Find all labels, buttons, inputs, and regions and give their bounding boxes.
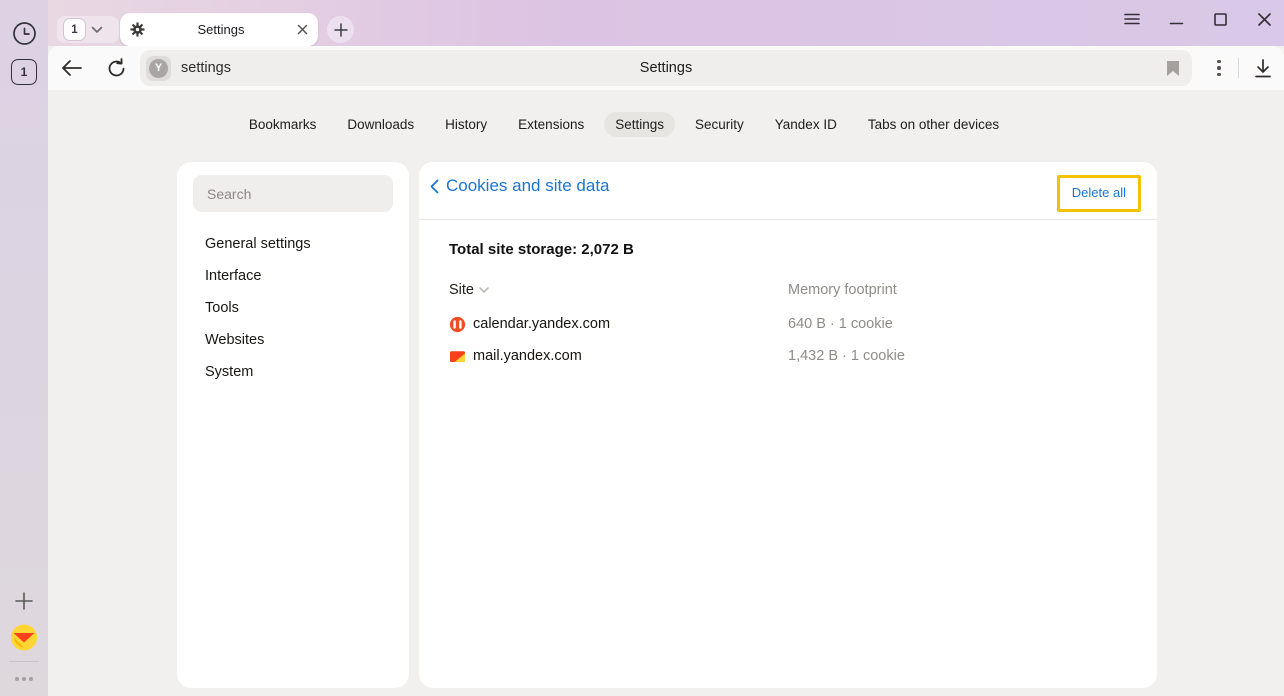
sort-chevron-icon — [479, 287, 489, 293]
minimize-icon[interactable] — [1168, 11, 1184, 27]
memory-column-label: Memory footprint — [788, 282, 897, 298]
delete-all-highlight-box: Delete all — [1057, 175, 1141, 212]
maximize-icon[interactable] — [1212, 11, 1228, 27]
nav-tab-bookmarks[interactable]: Bookmarks — [238, 112, 328, 137]
site-memory: 1,432 B · 1 cookie — [788, 348, 905, 364]
bookmark-icon[interactable] — [1166, 60, 1180, 77]
mail-favicon — [449, 348, 466, 365]
tab-settings[interactable]: Settings — [120, 13, 318, 46]
nav-tab-other-devices[interactable]: Tabs on other devices — [857, 112, 1010, 137]
sites-table-header: Site Memory footprint — [419, 282, 1157, 306]
address-bar[interactable]: Y settings Settings — [140, 50, 1192, 86]
search-input[interactable] — [193, 175, 393, 212]
browser-toolbar: Y settings Settings — [48, 46, 1284, 90]
nav-tab-extensions[interactable]: Extensions — [507, 112, 595, 137]
sidebar-item-tools[interactable]: Tools — [177, 292, 409, 324]
nav-tab-downloads[interactable]: Downloads — [336, 112, 425, 137]
strip-divider — [9, 661, 39, 662]
tab-title: Settings — [145, 22, 297, 37]
site-name: mail.yandex.com — [473, 348, 582, 364]
tab-list-dropdown[interactable]: 1 — [57, 16, 119, 43]
cookies-panel-header: Cookies and site data Delete all — [419, 162, 1157, 220]
yandex-logo-icon: Y — [149, 59, 168, 78]
side-panel-strip: 1 — [0, 0, 48, 696]
plus-icon[interactable] — [11, 588, 37, 614]
nav-tab-history[interactable]: History — [434, 112, 498, 137]
menu-hamburger-icon[interactable] — [1124, 11, 1140, 27]
site-column-sort[interactable]: Site — [449, 282, 489, 298]
calendar-favicon — [449, 316, 466, 333]
url-text: settings — [181, 60, 231, 76]
settings-nav-tabs: Bookmarks Downloads History Extensions S… — [48, 112, 1200, 137]
gear-icon — [130, 22, 145, 37]
settings-sidebar: General settings Interface Tools Website… — [177, 162, 409, 688]
chevron-down-icon — [91, 26, 103, 34]
nav-tab-settings[interactable]: Settings — [604, 112, 675, 137]
reload-icon[interactable] — [102, 54, 130, 82]
close-icon[interactable] — [297, 24, 308, 35]
history-clock-icon[interactable] — [11, 20, 37, 46]
table-row[interactable]: mail.yandex.com 1,432 B · 1 cookie — [419, 345, 1157, 371]
omnibox-page-title: Settings — [140, 60, 1192, 76]
delete-all-button[interactable]: Delete all — [1072, 185, 1126, 200]
more-dots-icon[interactable] — [10, 672, 38, 686]
page-favicon: Y — [146, 56, 171, 81]
site-memory: 640 B · 1 cookie — [788, 316, 893, 332]
site-column-label: Site — [449, 282, 474, 298]
new-tab-plus-icon[interactable] — [327, 16, 354, 43]
window-close-icon[interactable] — [1256, 11, 1272, 27]
back-chevron-icon — [430, 179, 439, 194]
kebab-menu-icon[interactable] — [1206, 54, 1232, 82]
nav-tab-yandex-id[interactable]: Yandex ID — [764, 112, 848, 137]
sidebar-item-system[interactable]: System — [177, 356, 409, 388]
sidebar-item-interface[interactable]: Interface — [177, 260, 409, 292]
window-tab-bar: 1 Settings — [48, 0, 1284, 46]
page-title: Cookies and site data — [446, 176, 610, 196]
tab-count-icon[interactable]: 1 — [11, 59, 37, 85]
table-row[interactable]: calendar.yandex.com 640 B · 1 cookie — [419, 313, 1157, 339]
site-name: calendar.yandex.com — [473, 316, 610, 332]
sidebar-item-general-settings[interactable]: General settings — [177, 228, 409, 260]
sidebar-item-websites[interactable]: Websites — [177, 324, 409, 356]
toolbar-divider — [1238, 58, 1239, 78]
download-icon[interactable] — [1248, 54, 1278, 82]
cookies-panel: Cookies and site data Delete all Total s… — [419, 162, 1157, 688]
back-to-settings-link[interactable]: Cookies and site data — [430, 176, 610, 196]
total-storage-label: Total site storage: 2,072 B — [449, 241, 634, 258]
settings-page: Bookmarks Downloads History Extensions S… — [48, 90, 1284, 696]
tab-count-badge: 1 — [64, 19, 85, 40]
yandex-mail-app-icon[interactable] — [10, 623, 39, 652]
back-arrow-icon[interactable] — [58, 54, 86, 82]
nav-tab-security[interactable]: Security — [684, 112, 755, 137]
